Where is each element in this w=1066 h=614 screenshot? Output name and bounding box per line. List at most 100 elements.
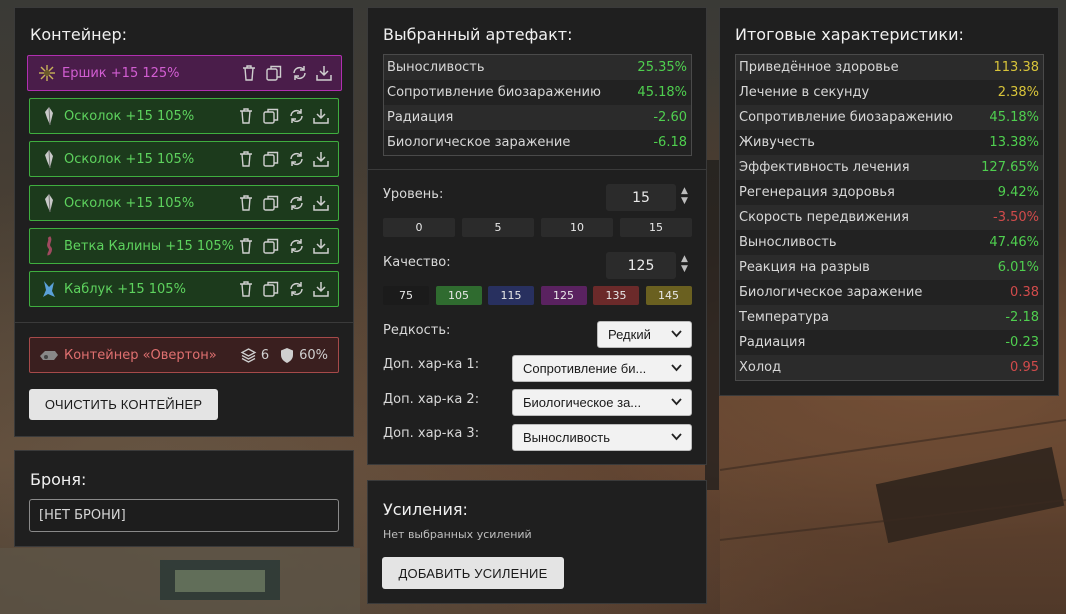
quality-stepper[interactable]: ▲ ▼ <box>681 254 688 274</box>
row-actions <box>237 150 330 168</box>
oskolok-icon <box>38 192 60 214</box>
vetka-icon <box>38 235 60 257</box>
level-preset-button[interactable]: 10 <box>541 218 613 237</box>
level-preset-button[interactable]: 5 <box>462 218 534 237</box>
level-preset-button[interactable]: 0 <box>383 218 455 237</box>
artifact-row[interactable]: Ветка Калины +15 105% <box>29 228 339 264</box>
row-actions <box>237 280 330 298</box>
oskolok-icon <box>38 105 60 127</box>
armor-title: Броня: <box>30 470 87 489</box>
trash-icon[interactable] <box>237 194 255 212</box>
swap-icon[interactable] <box>290 64 308 82</box>
stat-row: Приведённое здоровье 113.38 <box>736 55 1043 80</box>
stat-value: 13.38% <box>989 135 1039 150</box>
trash-icon[interactable] <box>237 237 255 255</box>
add-boost-button[interactable]: ДОБАВИТЬ УСИЛЕНИЕ <box>382 557 564 589</box>
copy-icon[interactable] <box>262 237 280 255</box>
swap-icon[interactable] <box>287 150 305 168</box>
swap-icon[interactable] <box>287 194 305 212</box>
totals-title: Итоговые характеристики: <box>735 25 964 44</box>
download-icon[interactable] <box>312 237 330 255</box>
copy-icon[interactable] <box>262 280 280 298</box>
kabluk-icon <box>38 278 60 300</box>
boosts-empty-text: Нет выбранных усилений <box>383 528 532 541</box>
container-title: Контейнер: <box>30 25 128 44</box>
container-protection: 60% <box>279 347 328 364</box>
copy-icon[interactable] <box>262 150 280 168</box>
chevron-down-icon <box>671 330 682 338</box>
artifact-row[interactable]: Ершик +15 125% <box>27 55 342 91</box>
stat-value: -3.50% <box>993 210 1039 225</box>
trash-icon[interactable] <box>237 150 255 168</box>
stat-value: 0.95 <box>1010 360 1039 375</box>
trash-icon[interactable] <box>240 64 258 82</box>
extra1-label: Доп. хар-ка 1: <box>383 357 480 372</box>
download-icon[interactable] <box>312 107 330 125</box>
stat-label: Регенерация здоровья <box>739 185 895 200</box>
stat-row: Выносливость 25.35% <box>384 55 691 80</box>
stat-value: 127.65% <box>981 160 1039 175</box>
level-preset-button[interactable]: 15 <box>620 218 692 237</box>
container-item-overton[interactable]: Контейнер «Овертон» 6 60% <box>29 337 339 373</box>
stat-row: Выносливость 47.46% <box>736 230 1043 255</box>
stat-label: Скорость передвижения <box>739 210 909 225</box>
divider <box>368 169 706 170</box>
download-icon[interactable] <box>312 280 330 298</box>
quality-preset-button[interactable]: 125 <box>540 286 587 305</box>
quality-preset-button[interactable]: 105 <box>435 286 482 305</box>
extra1-select[interactable]: Сопротивление би... <box>512 355 692 382</box>
stat-label: Лечение в секунду <box>739 85 870 100</box>
stat-row: Радиация -2.60 <box>384 105 691 130</box>
quality-preset-button[interactable]: 115 <box>488 286 534 305</box>
layers-icon <box>240 347 257 363</box>
artifact-row[interactable]: Каблук +15 105% <box>29 271 339 307</box>
stat-label: Биологическое заражение <box>739 285 923 300</box>
artifact-title: Выбранный артефакт: <box>383 25 573 44</box>
stat-row: Регенерация здоровья 9.42% <box>736 180 1043 205</box>
level-input[interactable]: 15 <box>606 184 676 211</box>
download-icon[interactable] <box>312 194 330 212</box>
copy-icon[interactable] <box>262 107 280 125</box>
stat-value: 25.35% <box>637 60 687 75</box>
download-icon[interactable] <box>315 64 333 82</box>
copy-icon[interactable] <box>262 194 280 212</box>
artifact-name: Осколок +15 105% <box>64 151 195 167</box>
artifact-row[interactable]: Осколок +15 105% <box>29 98 339 134</box>
quality-preset-button[interactable]: 75 <box>383 286 429 305</box>
armor-field[interactable]: [НЕТ БРОНИ] <box>29 499 339 532</box>
swap-icon[interactable] <box>287 237 305 255</box>
stat-row: Биологическое заражение 0.38 <box>736 280 1043 305</box>
extra3-select[interactable]: Выносливость <box>512 424 692 451</box>
oskolok-icon <box>38 148 60 170</box>
stat-label: Температура <box>739 310 829 325</box>
artifact-name: Ершик +15 125% <box>62 65 180 81</box>
row-actions <box>240 64 333 82</box>
extra2-select[interactable]: Биологическое за... <box>512 389 692 416</box>
stat-row: Скорость передвижения -3.50% <box>736 205 1043 230</box>
download-icon[interactable] <box>312 150 330 168</box>
trash-icon[interactable] <box>237 280 255 298</box>
rarity-select[interactable]: Редкий <box>597 321 692 348</box>
stat-value: -6.18 <box>653 135 687 150</box>
swap-icon[interactable] <box>287 107 305 125</box>
stat-value: -0.23 <box>1005 335 1039 350</box>
container-icon <box>38 344 60 366</box>
container-panel: Контейнер: Ершик +15 125% Осколок +15 105… <box>14 7 354 437</box>
totals-panel: Итоговые характеристики: Приведённое здо… <box>719 7 1059 396</box>
stat-value: -2.18 <box>1005 310 1039 325</box>
stat-value: 45.18% <box>637 85 687 100</box>
copy-icon[interactable] <box>265 64 283 82</box>
container-item-name: Контейнер «Овертон» <box>64 347 217 363</box>
quality-input[interactable]: 125 <box>606 252 676 279</box>
level-stepper[interactable]: ▲ ▼ <box>681 186 688 206</box>
swap-icon[interactable] <box>287 280 305 298</box>
clear-container-button[interactable]: ОЧИСТИТЬ КОНТЕЙНЕР <box>29 389 218 420</box>
quality-label: Качество: <box>383 255 451 270</box>
trash-icon[interactable] <box>237 107 255 125</box>
stat-row: Холод 0.95 <box>736 355 1043 380</box>
quality-preset-button[interactable]: 135 <box>593 286 639 305</box>
artifact-row[interactable]: Осколок +15 105% <box>29 141 339 177</box>
totals-stats-table: Приведённое здоровье 113.38 Лечение в секу… <box>735 54 1044 381</box>
artifact-row[interactable]: Осколок +15 105% <box>29 185 339 221</box>
quality-preset-button[interactable]: 145 <box>645 286 692 305</box>
